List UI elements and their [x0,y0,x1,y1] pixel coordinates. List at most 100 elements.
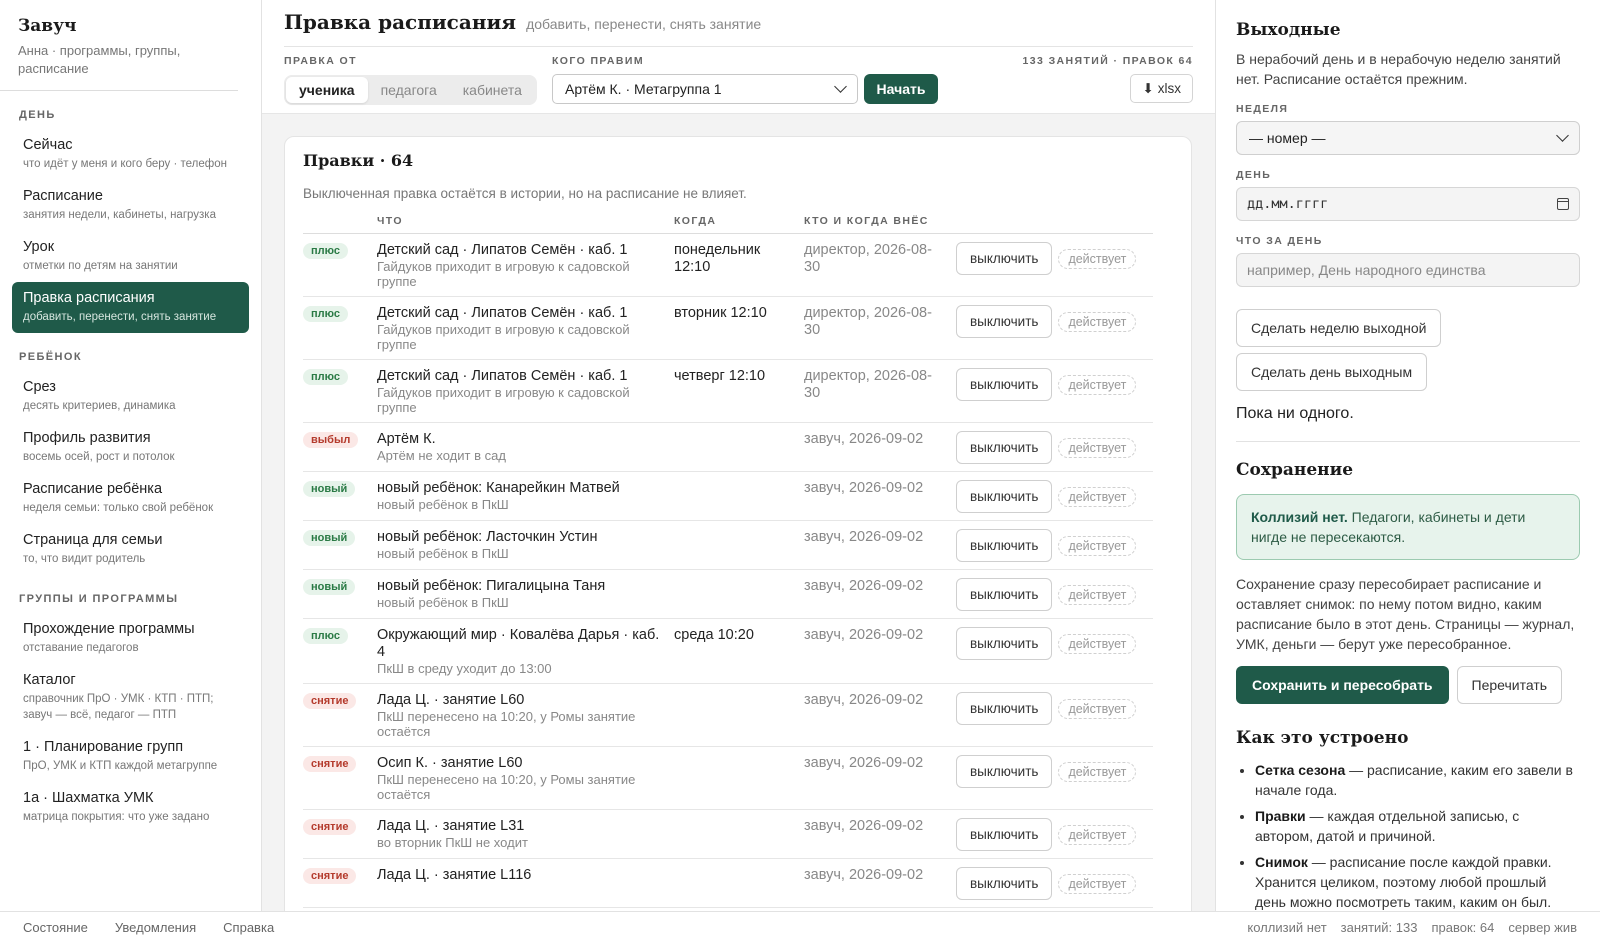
whom-select[interactable]: Артём К. · Метагруппа 1 [552,74,858,104]
what-day-input[interactable]: например, День народного единства [1236,253,1580,287]
edit-what-cell: Осип К. · занятие L60 ПкШ перенесено на 1… [377,746,674,810]
edits-note: Выключенная правка остаётся в истории, н… [303,186,747,201]
edit-author-cell: завуч, 2026-09-02 [804,858,956,908]
sidebar-item-label: 1а · Шахматка УМК [23,790,154,806]
disable-edit-button[interactable]: выключить [956,480,1053,513]
how-list-item: Сетка сезона — расписание, каким его зав… [1255,760,1580,800]
edit-actions-cell: выключить действует [956,746,1153,810]
edit-type-cell: снятие [303,858,377,908]
edit-type-cell: новый [303,471,377,521]
edit-actions: выключить действует [956,755,1153,788]
disable-edit-button[interactable]: выключить [956,867,1053,900]
week-select[interactable]: — номер — [1236,121,1580,155]
whom-label: кого правим [552,55,644,67]
edit-actions-cell: выключить действует [956,359,1153,423]
edit-what-reason: Артём не ходит в сад [377,448,506,463]
edit-type-cell: плюс [303,296,377,360]
sidebar-section-title: ребёнок [19,351,82,363]
disable-edit-button[interactable]: выключить [956,692,1053,725]
sidebar-item[interactable]: Урок отметки по детям на занятии [12,231,249,282]
column-header: когда [674,211,804,234]
edit-status-badge: действует [1058,698,1137,719]
day-date-input[interactable]: дд.мм.гггг [1236,187,1580,221]
day-date-placeholder: дд.мм.гггг [1247,196,1329,212]
edit-from-option[interactable]: кабинета [450,77,535,103]
no-collisions-bold: Коллизий нет. [1251,509,1348,525]
edit-type-badge: новый [303,579,356,595]
sidebar-item-description: справочник ПрО · УМК · КТП · ПТП; завуч … [23,693,214,721]
table-row: плюс Детский сад · Липатов Семён · каб. 1… [303,359,1153,423]
sidebar-item[interactable]: Каталог справочник ПрО · УМК · КТП · ПТП;… [12,664,249,731]
sidebar-item-description: десять критериев, динамика [23,400,176,412]
sidebar-item[interactable]: Правка расписания добавить, перенести, сн… [12,282,249,333]
disable-edit-button[interactable]: выключить [956,818,1053,851]
edit-type-cell: новый [303,520,377,570]
edit-what-reason: ПкШ перенесено на 10:20, у Ромы занятие … [377,709,636,739]
how-term: Правки [1255,808,1306,824]
sidebar-item[interactable]: Профиль развития восемь осей, рост и пото… [12,422,249,473]
edit-type-badge: снятие [303,693,357,709]
edit-from-option[interactable]: ученика [286,77,368,103]
footer-link[interactable]: Уведомления [115,920,196,935]
footer-link[interactable]: Состояние [23,920,88,935]
disable-edit-button[interactable]: выключить [956,242,1053,275]
edit-when-cell [674,422,804,472]
disable-edit-button[interactable]: выключить [956,368,1053,401]
week-label: неделя [1236,103,1289,115]
how-list-item: Снимок — расписание после каждой правки.… [1255,852,1580,911]
sidebar-item[interactable]: Расписание занятия недели, кабинеты, нагр… [12,180,249,231]
disable-edit-button[interactable]: выключить [956,578,1053,611]
sidebar-item[interactable]: Срез десять критериев, динамика [12,371,249,422]
sidebar-item-label: Каталог [23,672,76,688]
sidebar-item-label: Страница для семьи [23,532,163,548]
disable-edit-button[interactable]: выключить [956,305,1053,338]
edit-status-badge: действует [1058,486,1137,507]
save-title: Сохранение [1236,460,1354,480]
sidebar-item[interactable]: Прохождение программы отставание педагого… [12,613,249,664]
sidebar-item-label: Расписание [23,188,103,204]
table-row: новый новый ребёнок: Ласточкин Устин новый… [303,520,1153,570]
edit-type-badge: плюс [303,306,348,322]
edit-type-cell: плюс [303,233,377,297]
make-week-off-button[interactable]: Сделать неделю выходной [1236,309,1442,347]
calendar-icon[interactable] [1557,198,1569,210]
disable-edit-button[interactable]: выключить [956,627,1053,660]
edit-what-reason: Гайдуков приходит в игровую к садовской … [377,259,630,289]
edit-status-badge: действует [1058,584,1137,605]
brand: Завуч Анна · программы, группы, расписан… [0,0,238,91]
sidebar-item[interactable]: Расписание ребёнка неделя семьи: только с… [12,473,249,524]
edit-what-main: Лада Ц. · занятие L31 [377,818,525,834]
sidebar-item[interactable]: 1а · Шахматка УМК матрица покрытия: что у… [12,782,249,833]
edit-when-cell: понедельник 12:10 [674,233,804,297]
edit-actions: выключить действует [956,431,1153,464]
edit-type-badge: плюс [303,628,348,644]
save-rebuild-button[interactable]: Сохранить и пересобрать [1236,666,1449,704]
edit-what-main: Лада Ц. · занятие L116 [377,867,532,883]
table-row: снятие Осип К. · занятие L60 ПкШ перенесен… [303,746,1153,810]
sidebar-item[interactable]: 1 · Планирование групп ПрО, УМК и КТП каж… [12,731,249,782]
sidebar-item[interactable]: Сейчас что идёт у меня и кого беру · теле… [12,129,249,180]
table-row: плюс Детский сад · Липатов Семён · каб. 1… [303,233,1153,297]
how-term: Снимок [1255,854,1308,870]
make-day-off-button[interactable]: Сделать день выходным [1236,353,1428,391]
export-xlsx-button[interactable]: ⬇ xlsx [1130,74,1193,103]
edit-status-badge: действует [1058,311,1137,332]
disable-edit-button[interactable]: выключить [956,431,1053,464]
edit-from-option[interactable]: педагога [368,77,450,103]
footer-link[interactable]: Справка [223,920,274,935]
sidebar-item-description: неделя семьи: только свой ребёнок [23,502,214,514]
sidebar-sections: день Сейчас что идёт у меня и кого беру · … [0,109,261,833]
reread-button[interactable]: Перечитать [1456,666,1563,704]
sidebar-item-description: восемь осей, рост и потолок [23,451,175,463]
edit-author-cell: завуч, 2026-09-02 [804,569,956,619]
edit-status-badge: действует [1058,633,1137,654]
edit-when-cell: вторник 12:10 [674,296,804,360]
sidebar-item[interactable]: Страница для семьи то, что видит родитель [12,524,249,575]
edit-actions: выключить действует [956,480,1153,513]
edit-status-badge: действует [1058,761,1137,782]
disable-edit-button[interactable]: выключить [956,529,1053,562]
start-button[interactable]: Начать [864,74,938,104]
edit-actions-cell: выключить действует [956,618,1153,684]
edit-type-badge: новый [303,530,356,546]
disable-edit-button[interactable]: выключить [956,755,1053,788]
